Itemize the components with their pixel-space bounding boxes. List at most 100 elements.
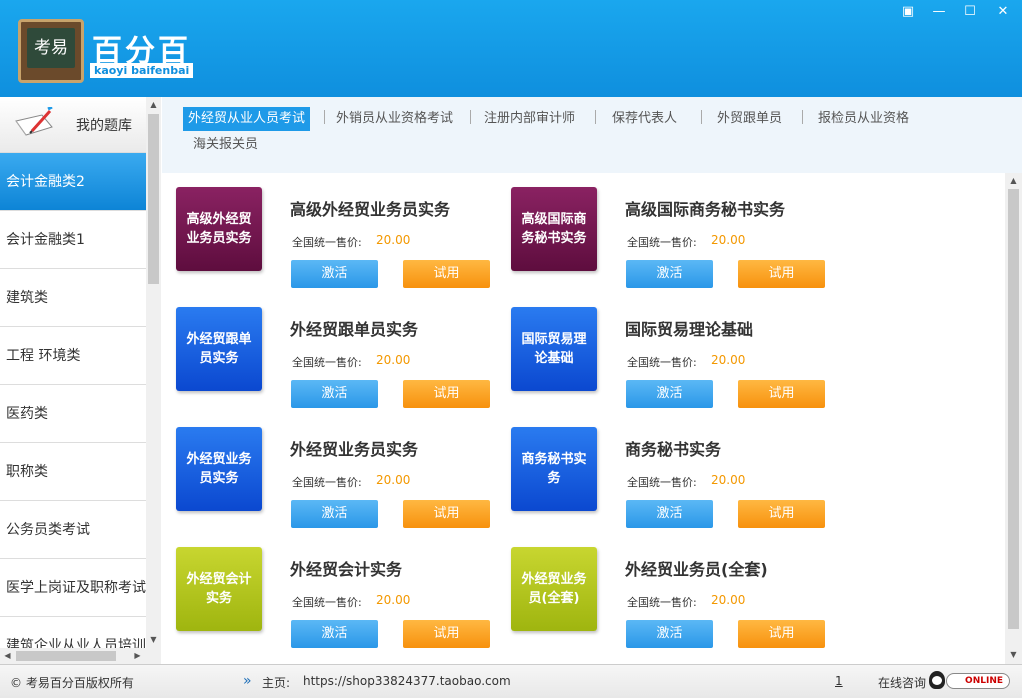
product-cover[interactable]: 外经贸业务员实务 bbox=[176, 427, 262, 511]
homepage-link[interactable]: https://shop33824377.taobao.com bbox=[303, 674, 511, 688]
trial-button[interactable]: 试用 bbox=[738, 260, 825, 288]
sidebar-vertical-scrollbar[interactable]: ▲ ▼ bbox=[146, 97, 161, 648]
price-label: 全国统一售价: bbox=[627, 236, 697, 249]
activate-button[interactable]: 激活 bbox=[291, 500, 378, 528]
sidebar-item-engineering-environment[interactable]: 工程 环境类 bbox=[0, 327, 146, 385]
scroll-down-arrow-icon[interactable]: ▼ bbox=[146, 635, 161, 644]
tab-divider bbox=[802, 110, 803, 124]
product-card: 外经贸业务员(全套) 外经贸业务员(全套) 全国统一售价: 20.00 激活 试… bbox=[511, 547, 846, 648]
tab-customs-declarant[interactable]: 海关报关员 bbox=[193, 133, 258, 157]
minimize-button[interactable]: — bbox=[930, 4, 948, 20]
activate-button[interactable]: 激活 bbox=[291, 380, 378, 408]
status-bar: © 考易百分百版权所有 » 主页: https://shop33824377.t… bbox=[0, 664, 1022, 698]
product-card: 商务秘书实务 商务秘书实务 全国统一售价: 20.00 激活 试用 bbox=[511, 427, 846, 528]
sidebar-item-medical-certification[interactable]: 医学上岗证及职称考试 bbox=[0, 559, 146, 617]
sidebar-item-civil-service[interactable]: 公务员类考试 bbox=[0, 501, 146, 559]
tab-divider bbox=[324, 110, 325, 124]
main-vertical-scrollbar[interactable]: ▲ ▼ bbox=[1005, 173, 1022, 664]
product-card: 高级国际商务秘书实务 高级国际商务秘书实务 全国统一售价: 20.00 激活 试… bbox=[511, 187, 846, 288]
online-badge[interactable]: ONLINE bbox=[946, 673, 1010, 689]
activate-button[interactable]: 激活 bbox=[291, 620, 378, 648]
tab-internal-auditor[interactable]: 注册内部审计师 bbox=[484, 107, 575, 131]
trial-button[interactable]: 试用 bbox=[738, 380, 825, 408]
tab-sponsor-representative[interactable]: 保荐代表人 bbox=[612, 107, 677, 131]
product-grid: 高级外经贸业务员实务 高级外经贸业务员实务 全国统一售价: 20.00 激活 试… bbox=[162, 173, 1005, 664]
my-question-bank-header[interactable]: 我的题库 bbox=[0, 97, 146, 153]
sidebar-horizontal-scrollbar[interactable]: ◀ ▶ bbox=[0, 648, 161, 664]
price-label: 全国统一售价: bbox=[627, 596, 697, 609]
brand-subtitle: kaoyi baifenbai bbox=[90, 63, 194, 78]
trial-button[interactable]: 试用 bbox=[403, 380, 490, 408]
category-list: 会计金融类2 会计金融类1 建筑类 工程 环境类 医药类 职称类 公务员类考试 … bbox=[0, 153, 146, 648]
maximize-button[interactable]: ☐ bbox=[961, 4, 979, 20]
sidebar-item-professional-title[interactable]: 职称类 bbox=[0, 443, 146, 501]
scroll-right-arrow-icon[interactable]: ▶ bbox=[130, 651, 145, 660]
activate-button[interactable]: 激活 bbox=[626, 500, 713, 528]
product-card: 高级外经贸业务员实务 高级外经贸业务员实务 全国统一售价: 20.00 激活 试… bbox=[176, 187, 511, 288]
main-scroll-thumb[interactable] bbox=[1008, 189, 1019, 629]
tab-export-sales-qualification[interactable]: 外销员从业资格考试 bbox=[336, 107, 453, 131]
category-sidebar: 我的题库 会计金融类2 会计金融类1 建筑类 工程 环境类 医药类 职称类 公务… bbox=[0, 97, 161, 664]
trial-button[interactable]: 试用 bbox=[738, 500, 825, 528]
product-cover[interactable]: 高级国际商务秘书实务 bbox=[511, 187, 597, 271]
trial-button[interactable]: 试用 bbox=[738, 620, 825, 648]
page-number[interactable]: 1 bbox=[835, 674, 843, 688]
activate-button[interactable]: 激活 bbox=[626, 380, 713, 408]
trial-button[interactable]: 试用 bbox=[403, 260, 490, 288]
product-card: 国际贸易理论基础 国际贸易理论基础 全国统一售价: 20.00 激活 试用 bbox=[511, 307, 846, 408]
price-value: 20.00 bbox=[711, 593, 746, 607]
qq-penguin-icon[interactable] bbox=[929, 671, 945, 689]
tab-foreign-trade-staff-exam[interactable]: 外经贸从业人员考试 bbox=[183, 107, 311, 131]
sidebar-hscroll-thumb[interactable] bbox=[16, 651, 116, 661]
product-cover[interactable]: 国际贸易理论基础 bbox=[511, 307, 597, 391]
trial-button[interactable]: 试用 bbox=[403, 500, 490, 528]
sidebar-scroll-thumb[interactable] bbox=[148, 114, 159, 284]
activate-button[interactable]: 激活 bbox=[626, 620, 713, 648]
product-card: 外经贸跟单员实务 外经贸跟单员实务 全国统一售价: 20.00 激活 试用 bbox=[176, 307, 511, 408]
tab-divider bbox=[595, 110, 596, 124]
price-label: 全国统一售价: bbox=[292, 236, 362, 249]
copyright-text: © 考易百分百版权所有 bbox=[10, 676, 134, 690]
product-cover[interactable]: 外经贸会计实务 bbox=[176, 547, 262, 631]
trial-button[interactable]: 试用 bbox=[403, 620, 490, 648]
price-value: 20.00 bbox=[711, 353, 746, 367]
scroll-left-arrow-icon[interactable]: ◀ bbox=[0, 651, 15, 660]
product-title: 外经贸业务员(全套) bbox=[625, 560, 768, 579]
app-header: 考易 百分百 kaoyi baifenbai ▣ — ☐ ✕ bbox=[0, 0, 1022, 97]
tab-inspection-qualification[interactable]: 报检员从业资格 bbox=[818, 107, 909, 131]
sidebar-item-medicine[interactable]: 医药类 bbox=[0, 385, 146, 443]
product-title: 国际贸易理论基础 bbox=[625, 320, 754, 339]
price-value: 20.00 bbox=[376, 473, 411, 487]
sidebar-item-construction-staff-training[interactable]: 建筑企业从业人员培训 bbox=[0, 617, 146, 648]
product-title: 商务秘书实务 bbox=[625, 440, 722, 459]
activate-button[interactable]: 激活 bbox=[626, 260, 713, 288]
skin-button[interactable]: ▣ bbox=[899, 4, 917, 20]
scroll-up-arrow-icon[interactable]: ▲ bbox=[1006, 176, 1021, 185]
product-title: 外经贸会计实务 bbox=[290, 560, 403, 579]
price-label: 全国统一售价: bbox=[292, 596, 362, 609]
product-title: 外经贸跟单员实务 bbox=[290, 320, 419, 339]
product-card: 外经贸会计实务 外经贸会计实务 全国统一售价: 20.00 激活 试用 bbox=[176, 547, 511, 648]
price-value: 20.00 bbox=[376, 353, 411, 367]
product-cover[interactable]: 高级外经贸业务员实务 bbox=[176, 187, 262, 271]
product-cover[interactable]: 外经贸业务员(全套) bbox=[511, 547, 597, 631]
online-consult-label[interactable]: 在线咨询 bbox=[878, 674, 926, 691]
sidebar-item-accounting-finance-1[interactable]: 会计金融类1 bbox=[0, 211, 146, 269]
product-cover[interactable]: 外经贸跟单员实务 bbox=[176, 307, 262, 391]
my-question-bank-label: 我的题库 bbox=[76, 118, 132, 134]
price-label: 全国统一售价: bbox=[292, 356, 362, 369]
price-label: 全国统一售价: bbox=[627, 356, 697, 369]
tab-foreign-trade-merchandiser[interactable]: 外贸跟单员 bbox=[717, 107, 782, 131]
sidebar-item-construction[interactable]: 建筑类 bbox=[0, 269, 146, 327]
notebook-pen-icon bbox=[15, 107, 53, 136]
close-button[interactable]: ✕ bbox=[994, 4, 1012, 20]
scroll-up-arrow-icon[interactable]: ▲ bbox=[146, 100, 161, 109]
product-card: 外经贸业务员实务 外经贸业务员实务 全国统一售价: 20.00 激活 试用 bbox=[176, 427, 511, 528]
homepage-label: 主页: bbox=[262, 676, 291, 690]
activate-button[interactable]: 激活 bbox=[291, 260, 378, 288]
price-value: 20.00 bbox=[376, 233, 411, 247]
product-cover[interactable]: 商务秘书实务 bbox=[511, 427, 597, 511]
sidebar-item-accounting-finance-2[interactable]: 会计金融类2 bbox=[0, 153, 146, 211]
scroll-down-arrow-icon[interactable]: ▼ bbox=[1006, 650, 1021, 659]
exam-tabs: 外经贸从业人员考试 外销员从业资格考试 注册内部审计师 保荐代表人 外贸跟单员 … bbox=[162, 97, 1022, 173]
